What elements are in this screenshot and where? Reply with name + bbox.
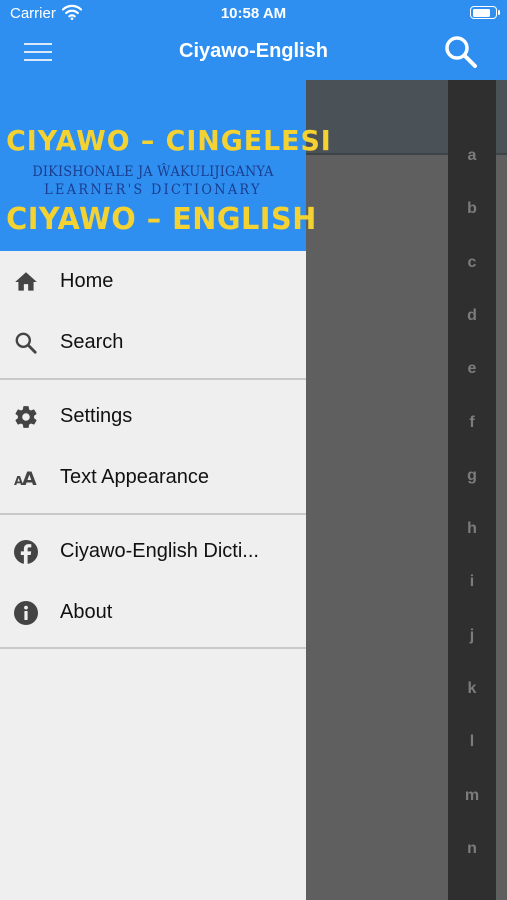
facebook-icon <box>13 539 39 565</box>
alphabet-letter-j[interactable]: j <box>448 627 496 645</box>
menu-item-facebook-label: Ciyawo-English Dicti... <box>60 540 259 562</box>
menu-item-facebook[interactable]: Ciyawo-English Dicti... <box>0 521 306 581</box>
info-icon <box>13 600 39 626</box>
menu-item-about-label: About <box>60 601 113 623</box>
alphabet-letter-k[interactable]: k <box>448 680 496 698</box>
menu-item-text-appearance[interactable]: A A Text Appearance <box>0 447 306 507</box>
alphabet-letter-a[interactable]: a <box>448 147 496 165</box>
search-icon <box>445 36 477 68</box>
alphabet-letter-i[interactable]: i <box>448 573 496 591</box>
alphabet-letter-f[interactable]: f <box>448 414 496 432</box>
alphabet-letter-h[interactable]: h <box>448 520 496 538</box>
banner-subtitle: DIKISHONALE JA ŴAKULIJIGANYA <box>32 164 274 180</box>
alphabet-letter-g[interactable]: g <box>448 467 496 485</box>
battery-level <box>472 8 490 17</box>
svg-text:A: A <box>22 468 37 490</box>
menu-divider <box>0 378 306 380</box>
menu-item-text-appearance-label: Text Appearance <box>60 466 209 488</box>
menu-item-home[interactable]: Home <box>0 251 306 311</box>
navigation-drawer: CIYAWO – CINGELESI DIKISHONALE JA ŴAKULI… <box>0 80 332 900</box>
page-title: Ciyawo-English <box>179 40 328 62</box>
dictionary-banner: CIYAWO – CINGELESI DIKISHONALE JA ŴAKULI… <box>0 80 332 251</box>
menu-item-search[interactable]: Search <box>0 312 306 372</box>
menu-divider <box>0 513 306 515</box>
alphabet-letter-n[interactable]: n <box>448 840 496 858</box>
gear-icon <box>13 404 39 430</box>
banner-title-ciyawo-english: CIYAWO – ENGLISH <box>6 202 317 237</box>
banner-learners-dictionary: LEARNER'S DICTIONARY <box>44 182 262 198</box>
menu-item-home-label: Home <box>60 270 114 292</box>
alphabet-letter-c[interactable]: c <box>448 254 496 272</box>
text-size-icon: A A <box>13 465 39 491</box>
alphabet-letter-b[interactable]: b <box>448 200 496 218</box>
search-button[interactable] <box>443 34 479 70</box>
banner-title-ciyawo-cingelesi: CIYAWO – CINGELESI <box>6 124 332 157</box>
menu-item-settings-label: Settings <box>60 405 133 427</box>
alphabet-letter-d[interactable]: d <box>448 307 496 325</box>
menu-item-search-label: Search <box>60 331 124 353</box>
alphabet-letter-l[interactable]: l <box>448 733 496 751</box>
home-icon <box>13 269 39 295</box>
alphabet-letter-m[interactable]: m <box>448 787 496 805</box>
battery-icon <box>470 6 500 19</box>
alphabet-letter-e[interactable]: e <box>448 360 496 378</box>
menu-item-about[interactable]: About <box>0 582 306 642</box>
status-time: 10:58 AM <box>220 5 287 22</box>
search-icon <box>13 330 39 356</box>
status-bar: Carrier 10:58 AM <box>0 0 507 28</box>
top-bar: Carrier 10:58 AM Ciyawo-English <box>0 0 507 80</box>
menu-item-settings[interactable]: Settings <box>0 386 306 446</box>
menu-divider <box>0 647 306 649</box>
